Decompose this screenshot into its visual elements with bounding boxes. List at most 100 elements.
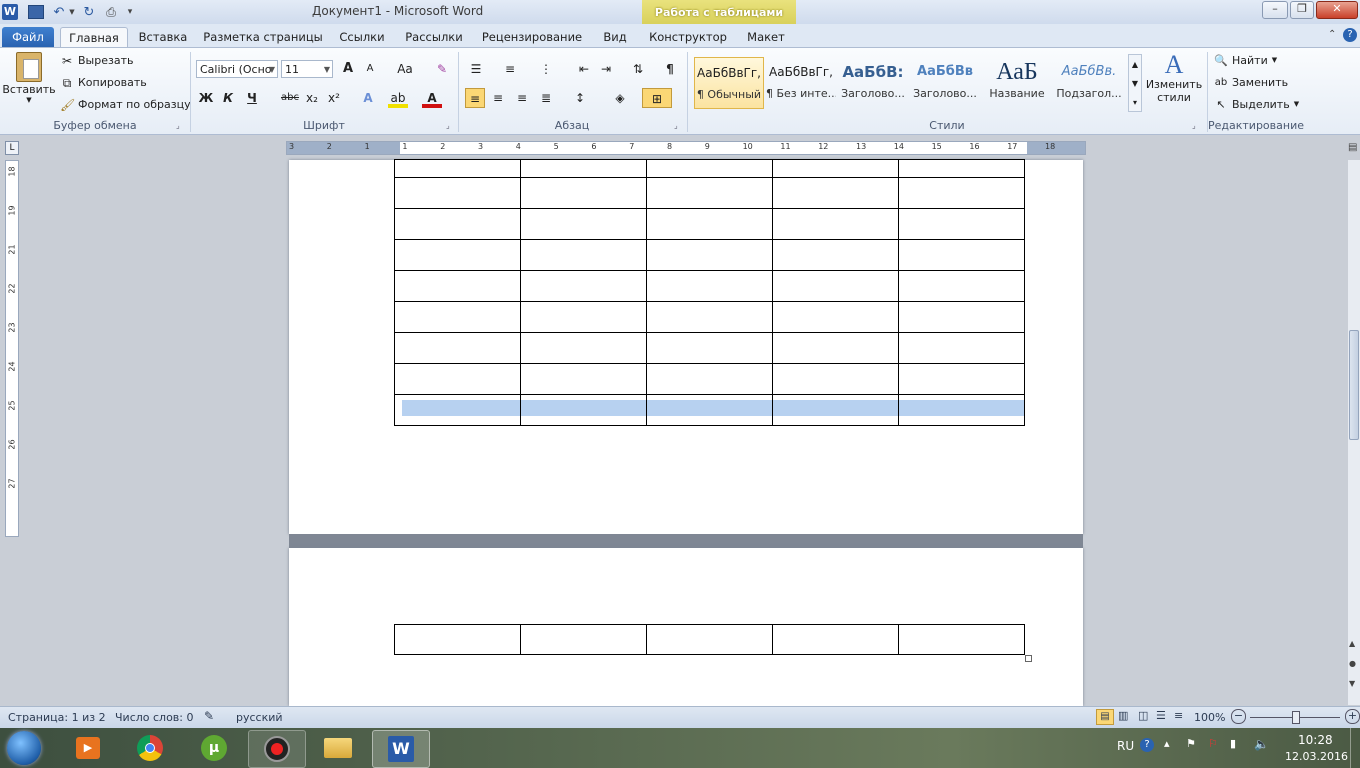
previous-page-icon[interactable]: ▲ — [1349, 640, 1355, 648]
restore-button[interactable]: ❐ — [1290, 1, 1314, 19]
table-cell[interactable] — [646, 177, 773, 209]
table-cell[interactable] — [646, 208, 773, 240]
table-row[interactable] — [394, 301, 1025, 333]
scrollbar-thumb[interactable] — [1349, 330, 1359, 440]
table-cell[interactable] — [898, 363, 1025, 395]
table-cell[interactable] — [772, 239, 899, 271]
shrink-font-button[interactable]: A — [360, 59, 380, 79]
clock-time[interactable]: 10:28 — [1298, 733, 1333, 747]
table-cell[interactable] — [394, 301, 521, 333]
table-cell[interactable] — [394, 394, 521, 426]
table-row[interactable] — [394, 239, 1025, 271]
table-cell[interactable] — [394, 239, 521, 271]
document-page-1[interactable] — [289, 159, 1083, 534]
table-resize-handle[interactable] — [1025, 655, 1032, 662]
justify-icon[interactable]: ≣ — [536, 88, 556, 108]
subscript-button[interactable]: x₂ — [302, 88, 322, 108]
style-normal[interactable]: АаБбВвГг, ¶ Обычный — [694, 57, 764, 109]
increase-indent-icon[interactable]: ⇥ — [596, 59, 616, 79]
format-painter-button[interactable]: 🖌 Формат по образцу — [60, 98, 191, 111]
table-cell[interactable] — [772, 270, 899, 302]
dialog-launcher-icon[interactable]: ⌟ — [176, 122, 180, 130]
table-cell[interactable] — [898, 177, 1025, 209]
chevron-up-icon[interactable]: ▲ — [1132, 60, 1138, 69]
close-button[interactable]: ✕ — [1316, 1, 1358, 19]
table-cell[interactable] — [394, 363, 521, 395]
dialog-launcher-icon[interactable]: ⌟ — [1192, 122, 1196, 130]
vertical-scrollbar[interactable]: ▲ ● ▼ — [1348, 160, 1360, 705]
taskbar-media-player[interactable]: ▶ — [60, 730, 116, 766]
align-left-icon[interactable]: ≡ — [465, 88, 485, 108]
align-center-icon[interactable]: ≡ — [488, 88, 508, 108]
underline-button[interactable]: Ч — [242, 88, 262, 108]
zoom-out-icon[interactable]: − — [1231, 709, 1246, 724]
copy-button[interactable]: ⧉ Копировать — [60, 76, 147, 89]
font-size-combo[interactable]: 11 ▼ — [281, 60, 333, 78]
print-preview-icon[interactable]: ⎙ — [102, 6, 120, 18]
table-cell[interactable] — [646, 159, 773, 178]
expand-tray-icon[interactable]: ▴ — [1164, 738, 1170, 749]
page-count[interactable]: Страница: 1 из 2 — [8, 711, 106, 724]
minimize-ribbon-icon[interactable]: ⌃ — [1328, 30, 1336, 40]
table-cell[interactable] — [772, 624, 899, 655]
show-desktop-button[interactable] — [1350, 728, 1360, 768]
table-cell[interactable] — [772, 177, 899, 209]
web-layout-icon[interactable]: ◫ — [1138, 710, 1148, 721]
italic-button[interactable]: К — [218, 88, 238, 108]
proofing-icon[interactable]: ✎ — [204, 710, 214, 722]
horizontal-ruler[interactable]: 3 2 1 1 2 3 4 5 6 7 8 9 10 11 12 13 14 15 16 17 18 — [286, 141, 1086, 155]
clock-date[interactable]: 12.03.2016 — [1285, 750, 1348, 763]
language-help-icon[interactable]: ? — [1140, 738, 1154, 752]
start-button[interactable] — [2, 730, 46, 766]
zoom-slider-thumb[interactable] — [1292, 711, 1300, 724]
table-cell[interactable] — [520, 208, 647, 240]
table-row[interactable] — [394, 177, 1025, 209]
volume-icon[interactable]: 🔈 — [1254, 738, 1269, 750]
network-icon[interactable]: ▮ — [1230, 738, 1236, 749]
tab-file[interactable]: Файл — [2, 27, 54, 47]
dialog-launcher-icon[interactable]: ⌟ — [674, 122, 678, 130]
show-formatting-button[interactable]: ¶ — [660, 59, 680, 79]
save-icon[interactable] — [28, 5, 44, 19]
tab-table-layout[interactable]: Макет — [736, 27, 796, 47]
table-cell[interactable] — [772, 394, 899, 426]
help-icon[interactable]: ? — [1343, 28, 1357, 42]
numbering-icon[interactable]: ≡ — [500, 59, 520, 79]
bold-button[interactable]: Ж — [196, 88, 216, 108]
table-cell[interactable] — [646, 332, 773, 364]
shading-icon[interactable]: ◈ — [610, 88, 630, 108]
font-name-combo[interactable]: Calibri (Осно ▼ — [196, 60, 278, 78]
document-table-continued[interactable] — [394, 624, 1025, 655]
zoom-level[interactable]: 100% — [1194, 711, 1225, 724]
document-page-2[interactable] — [289, 548, 1083, 706]
table-cell[interactable] — [394, 270, 521, 302]
superscript-button[interactable]: x² — [324, 88, 344, 108]
text-effects-icon[interactable]: A — [358, 88, 378, 108]
tray-app-icon[interactable]: ⚑ — [1186, 738, 1196, 749]
table-cell[interactable] — [646, 394, 773, 426]
tab-insert[interactable]: Вставка — [130, 27, 196, 47]
chevron-down-icon[interactable]: ▼ — [68, 8, 76, 16]
table-row[interactable] — [394, 332, 1025, 364]
change-case-button[interactable]: Аа — [392, 59, 418, 79]
style-heading-1[interactable]: АаБбВ: Заголово... — [838, 57, 908, 109]
table-cell[interactable] — [898, 332, 1025, 364]
cut-button[interactable]: ✂ Вырезать — [60, 54, 134, 67]
print-layout-icon[interactable]: ▤ — [1096, 709, 1114, 725]
strikethrough-button[interactable]: abc — [278, 88, 302, 108]
view-ruler-icon[interactable]: ▤ — [1348, 143, 1357, 153]
table-cell[interactable] — [520, 624, 647, 655]
more-icon[interactable]: ▾ — [1133, 98, 1137, 107]
change-styles-button[interactable]: A Изменить стили — [1146, 52, 1202, 105]
table-row[interactable] — [394, 270, 1025, 302]
table-cell[interactable] — [898, 208, 1025, 240]
document-table[interactable] — [394, 159, 1025, 426]
table-cell[interactable] — [646, 301, 773, 333]
table-cell[interactable] — [520, 239, 647, 271]
tab-references[interactable]: Ссылки — [332, 27, 392, 47]
borders-icon[interactable]: ⊞ — [642, 88, 672, 108]
chevron-down-icon[interactable]: ▼ — [1132, 79, 1138, 88]
style-heading-2[interactable]: АаБбВв Заголово... — [910, 57, 980, 109]
taskbar-word[interactable]: W — [372, 730, 430, 768]
table-cell[interactable] — [898, 159, 1025, 178]
